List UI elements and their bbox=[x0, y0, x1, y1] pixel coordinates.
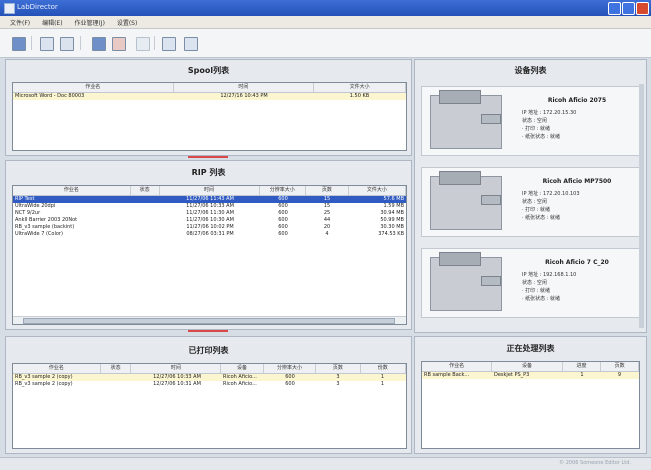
menu-job[interactable]: 作业管理(J) bbox=[74, 18, 104, 27]
status-text: © 2006 Someone Editor Ltd. bbox=[559, 460, 631, 466]
pending-title: 正在处理列表 bbox=[506, 344, 555, 353]
vertical-scrollbar[interactable] bbox=[639, 84, 644, 328]
status-bar: © 2006 Someone Editor Ltd. bbox=[0, 457, 651, 470]
document-icon[interactable] bbox=[92, 37, 106, 51]
col-header[interactable]: 文件大小 bbox=[314, 83, 406, 92]
col-header[interactable]: 作业名 bbox=[422, 362, 493, 371]
col-header[interactable]: 作业名 bbox=[13, 186, 131, 195]
col-header[interactable]: 分辨率大小 bbox=[260, 186, 307, 195]
device-info: IP 地址 : 172.20.10.103 状态 : 空闲 · 打印 : 就绪 … bbox=[522, 191, 580, 221]
device-card[interactable]: Ricoh Aficio MP7500 IP 地址 : 172.20.10.10… bbox=[421, 167, 641, 237]
printer-image bbox=[430, 252, 502, 311]
spool-table: 作业名 时间 文件大小 Microsoft Word - Doc 80003 1… bbox=[12, 82, 407, 151]
table-row[interactable]: RB_v3 sample (backint) 11/27/06 10:02 PM 6… bbox=[13, 224, 406, 231]
col-header[interactable]: 进度 bbox=[563, 362, 602, 371]
print-icon[interactable] bbox=[12, 37, 26, 51]
table-row[interactable]: RIP Test 11/27/06 11:43 AM 600 15 57.6 MB bbox=[13, 196, 406, 203]
rip-panel: RIP 列表 作业名 状态 时间 分辨率大小 页数 文件大小 RIP Test 1… bbox=[5, 160, 412, 330]
rip-table: 作业名 状态 时间 分辨率大小 页数 文件大小 RIP Test 11/27/06… bbox=[12, 185, 407, 325]
table-row[interactable]: UltraWide 20dpi 11/27/06 10:33 AM 600 15 1.5… bbox=[13, 203, 406, 210]
horizontal-scrollbar[interactable] bbox=[13, 316, 406, 324]
menu-file[interactable]: 文件(F) bbox=[10, 18, 30, 27]
spool-panel: Spool列表 作业名 时间 文件大小 Microsoft Word - Doc… bbox=[5, 59, 412, 156]
col-header[interactable]: 分辨率大小 bbox=[264, 364, 317, 373]
col-header[interactable]: 设备 bbox=[221, 364, 264, 373]
toolbar bbox=[0, 29, 651, 58]
col-header[interactable]: 页数 bbox=[306, 186, 349, 195]
table-row[interactable]: RB_v3 sample 2 (copy) 12/27/06 10:33 AM Ri… bbox=[13, 374, 406, 381]
printer-icon[interactable] bbox=[60, 37, 74, 51]
printer-image bbox=[430, 171, 502, 230]
col-header[interactable]: 页数 bbox=[601, 362, 639, 371]
col-header[interactable]: 状态 bbox=[131, 186, 160, 195]
settings-icon[interactable] bbox=[184, 37, 198, 51]
splitter-handle[interactable] bbox=[188, 156, 228, 158]
table-row[interactable]: RB sample Back... Deskjet PS_P3 1 9 bbox=[422, 372, 639, 379]
col-header[interactable]: 时间 bbox=[160, 186, 260, 195]
col-header[interactable]: 状态 bbox=[101, 364, 132, 373]
pending-panel: 正在处理列表 作业名 设备 进度 页数 RB sample Back... De… bbox=[414, 336, 647, 454]
col-header[interactable]: 页数 bbox=[316, 364, 361, 373]
col-header[interactable]: 时间 bbox=[131, 364, 222, 373]
table-row[interactable]: UltraWide 7 (Color) 08/27/06 03:31 PM 600 4… bbox=[13, 231, 406, 238]
menu-edit[interactable]: 编辑(E) bbox=[42, 18, 62, 27]
printed-panel: 已打印列表 作业名 状态 时间 设备 分辨率大小 页数 份数 RB_v3 sam… bbox=[5, 336, 412, 454]
app-icon bbox=[4, 3, 15, 14]
scrollbar-thumb[interactable] bbox=[23, 318, 395, 324]
printed-table: 作业名 状态 时间 设备 分辨率大小 页数 份数 RB_v3 sample 2 … bbox=[12, 363, 407, 449]
col-header[interactable]: 文件大小 bbox=[349, 186, 406, 195]
hold-icon[interactable] bbox=[112, 37, 126, 51]
pending-table: 作业名 设备 进度 页数 RB sample Back... Deskjet P… bbox=[421, 361, 640, 449]
device-name: Ricoh Aficio 7 C_20 bbox=[545, 259, 609, 266]
device-name: Ricoh Aficio MP7500 bbox=[542, 178, 612, 185]
close-button[interactable] bbox=[636, 2, 649, 15]
col-header[interactable]: 份数 bbox=[361, 364, 406, 373]
menu-bar: 文件(F) 编辑(E) 作业管理(J) 设置(S) bbox=[0, 16, 651, 29]
table-row[interactable]: NCT 9/2ur 11/27/06 11:30 AM 600 25 30.94 MB bbox=[13, 210, 406, 217]
folder-icon[interactable] bbox=[40, 37, 54, 51]
device-name: Ricoh Aficio 2075 bbox=[547, 97, 607, 104]
device-title: 设备列表 bbox=[514, 66, 547, 75]
col-header[interactable]: 时间 bbox=[174, 83, 315, 92]
printed-title: 已打印列表 bbox=[188, 346, 229, 355]
window-title: LabDirector bbox=[17, 3, 58, 11]
spool-title: Spool列表 bbox=[187, 66, 230, 75]
maximize-button[interactable] bbox=[622, 2, 635, 15]
col-header[interactable]: 作业名 bbox=[13, 83, 174, 92]
table-row[interactable]: AnkII Barrier 2003 20Not 11/27/06 10:30 A… bbox=[13, 217, 406, 224]
device-card[interactable]: Ricoh Aficio 7 C_20 IP 地址 : 192.168.1.10… bbox=[421, 248, 641, 318]
title-bar: LabDirector bbox=[0, 0, 651, 16]
minimize-button[interactable] bbox=[608, 2, 621, 15]
table-row[interactable]: RB_v3 sample 2 (copy) 12/27/06 10:31 AM Ri… bbox=[13, 381, 406, 388]
col-header[interactable]: 作业名 bbox=[13, 364, 101, 373]
device-info: IP 地址 : 192.168.1.10 状态 : 空闲 · 打印 : 就绪 ·… bbox=[522, 272, 577, 302]
device-card[interactable]: Ricoh Aficio 2075 IP 地址 : 172.20.15.30 状… bbox=[421, 86, 641, 156]
delete-icon[interactable] bbox=[136, 37, 150, 51]
table-row[interactable]: Microsoft Word - Doc 80003 12/27/16 10:4… bbox=[13, 93, 406, 100]
rip-title: RIP 列表 bbox=[191, 168, 226, 177]
device-panel: 设备列表 Ricoh Aficio 2075 IP 地址 : 172.20.15… bbox=[414, 59, 647, 333]
info-icon[interactable] bbox=[162, 37, 176, 51]
col-header[interactable]: 设备 bbox=[492, 362, 563, 371]
device-info: IP 地址 : 172.20.15.30 状态 : 空闲 · 打印 : 就绪 ·… bbox=[522, 110, 577, 140]
splitter-handle[interactable] bbox=[188, 330, 228, 332]
menu-settings[interactable]: 设置(S) bbox=[117, 18, 138, 27]
printer-image bbox=[430, 90, 502, 149]
